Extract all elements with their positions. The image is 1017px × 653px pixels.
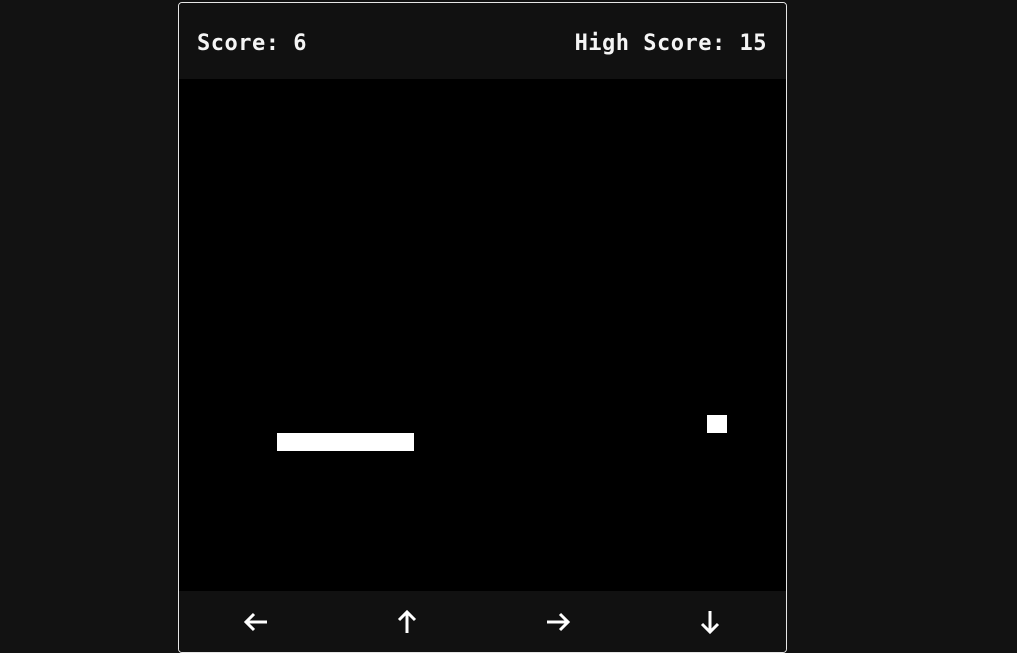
score-display: Score: 6 — [197, 31, 307, 56]
direction-controls — [179, 591, 786, 652]
score-header: Score: 6 High Score: 15 — [179, 3, 786, 79]
right-button[interactable] — [541, 605, 575, 639]
food-pellet — [707, 415, 727, 433]
arrow-left-icon — [243, 612, 267, 632]
game-container: Score: 6 High Score: 15 — [178, 2, 787, 653]
arrow-down-icon — [700, 611, 720, 635]
up-button[interactable] — [390, 605, 424, 639]
left-button[interactable] — [239, 605, 273, 639]
game-board[interactable] — [179, 79, 786, 591]
arrow-up-icon — [397, 609, 417, 633]
arrow-right-icon — [547, 612, 571, 632]
high-score-display: High Score: 15 — [574, 31, 767, 56]
down-button[interactable] — [693, 605, 727, 639]
snake-body — [277, 433, 414, 451]
